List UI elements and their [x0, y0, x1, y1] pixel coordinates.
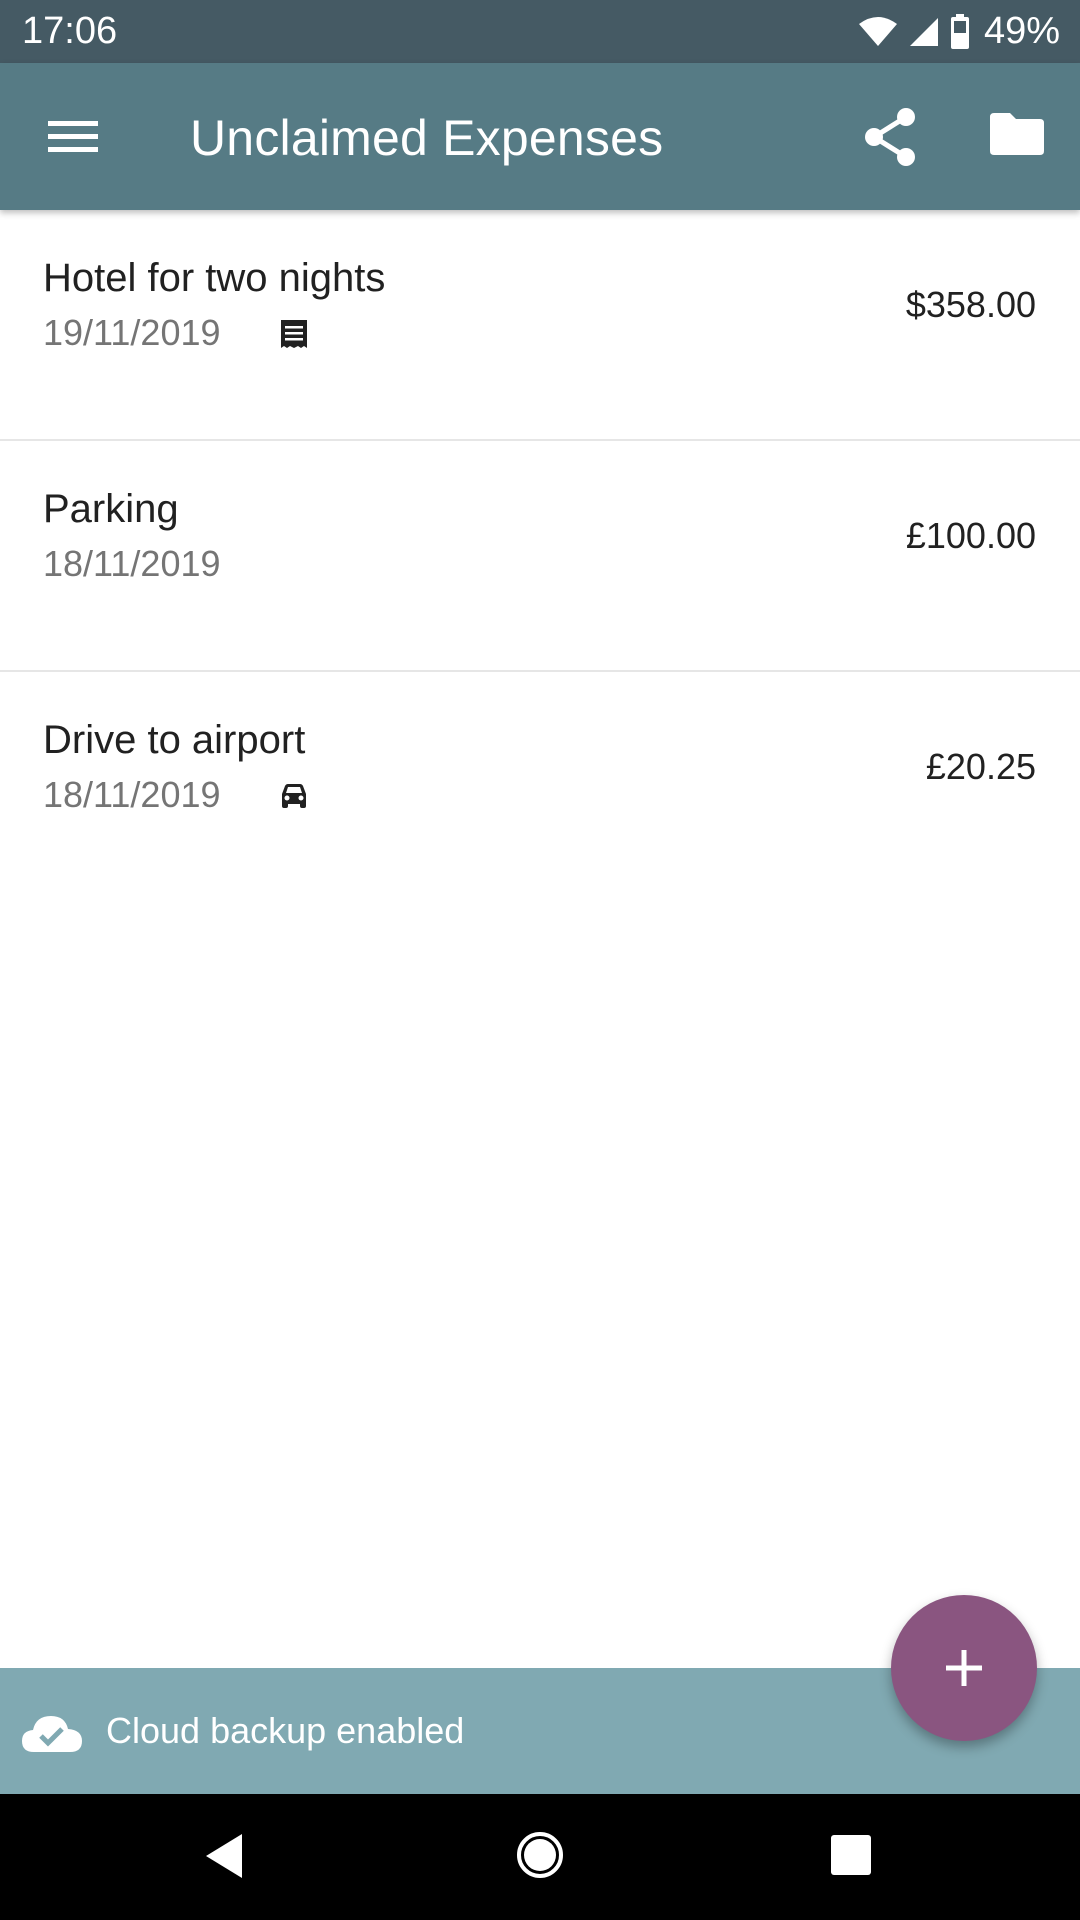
expense-date: 18/11/2019 — [43, 543, 221, 584]
expense-amount: £100.00 — [905, 515, 1036, 556]
expense-amount: £20.25 — [925, 746, 1036, 787]
list-item[interactable]: Drive to airport 18/11/2019 £20.25 — [0, 672, 1080, 903]
expense-date: 19/11/2019 — [43, 312, 221, 353]
expense-title: Hotel for two nights — [43, 256, 386, 300]
battery-icon — [950, 13, 970, 50]
signal-icon — [908, 16, 940, 48]
expense-amount: $358.00 — [905, 284, 1036, 325]
snackbar-text: Cloud backup enabled — [106, 1710, 465, 1751]
status-time: 17:06 — [22, 10, 118, 52]
system-nav-bar — [0, 1794, 1080, 1920]
plus-icon — [946, 1650, 982, 1686]
menu-icon — [48, 121, 98, 152]
back-icon — [206, 1834, 242, 1878]
expense-title: Parking — [43, 487, 179, 531]
wifi-icon — [858, 16, 898, 48]
add-expense-button[interactable] — [891, 1595, 1037, 1741]
share-icon — [865, 108, 915, 166]
list-item[interactable]: Parking 18/11/2019 £100.00 — [0, 441, 1080, 672]
expense-list: Hotel for two nights 19/11/2019 $358.00 … — [0, 210, 1080, 903]
status-bar: 17:06 49% — [0, 0, 1080, 63]
recents-button[interactable] — [830, 1834, 872, 1876]
cloud-done-icon — [22, 1716, 82, 1752]
home-icon — [517, 1832, 563, 1878]
share-button[interactable] — [862, 107, 918, 167]
app-bar: Unclaimed Expenses — [0, 63, 1080, 210]
battery-percent: 49% — [983, 10, 1060, 52]
page-title: Unclaimed Expenses — [190, 110, 664, 166]
folder-icon — [990, 113, 1044, 155]
back-button[interactable] — [202, 1832, 246, 1880]
recents-icon — [831, 1835, 871, 1875]
receipt-icon — [281, 320, 307, 348]
list-item[interactable]: Hotel for two nights 19/11/2019 $358.00 — [0, 210, 1080, 441]
expense-title: Drive to airport — [43, 718, 306, 762]
status-icons: 49% — [858, 10, 1060, 53]
folder-button[interactable] — [988, 109, 1046, 159]
menu-button[interactable] — [44, 113, 102, 159]
expense-date: 18/11/2019 — [43, 774, 221, 815]
car-icon — [282, 784, 306, 808]
home-button[interactable] — [515, 1830, 565, 1880]
